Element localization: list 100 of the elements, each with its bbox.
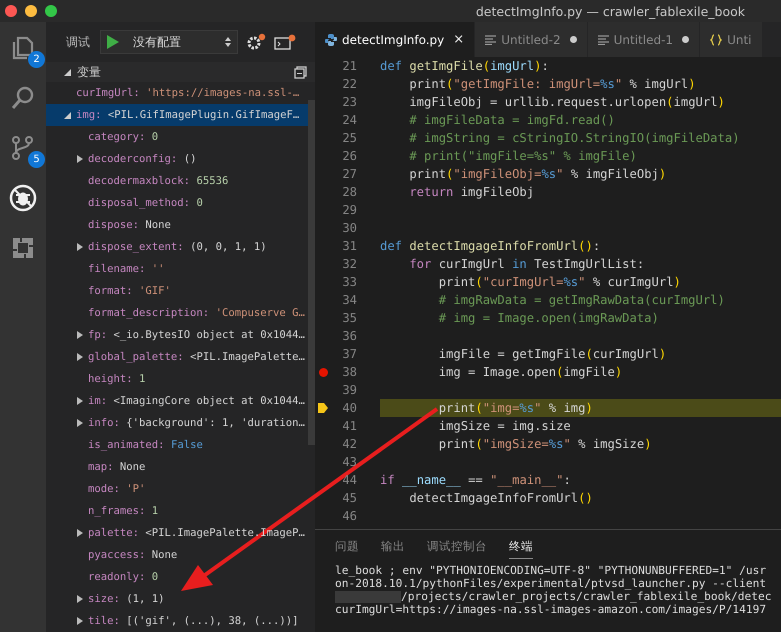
variable-entry[interactable]: pyaccess: None [88,549,178,561]
line-number: 29 [341,203,357,217]
panel-tab[interactable]: 问题 [335,535,359,559]
line-number: 27 [341,167,357,181]
code-line: def detectImgageInfoFromUrl(): [380,239,600,253]
files-icon[interactable] [10,35,36,61]
variable-entry[interactable]: readonly: 0 [88,571,158,583]
text-lines-icon [485,34,496,44]
minimize-window-button[interactable] [25,5,37,17]
expand-arrow-icon[interactable] [76,595,83,603]
variable-entry[interactable]: tile: [('gif', (...), 38, (...))] [88,615,298,627]
terminal-line: /projects/crawler_projects/crawler_fablexile_book/detec [401,590,772,603]
expand-arrow-icon[interactable] [76,331,83,339]
code-line: print("getImgFile: imgUrl=%s" % imgUrl) [408,77,696,91]
line-number: 22 [341,77,357,91]
maximize-window-button[interactable] [45,5,57,17]
code-line: if __name__ == "__main__": [380,473,571,487]
close-window-button[interactable] [5,5,17,17]
variable-entry[interactable]: format_description: 'Compuserve G… [88,307,305,319]
configuration-dropdown[interactable]: 没有配置 [100,30,238,54]
variable-entry[interactable]: dispose_extent: (0, 0, 1, 1) [88,241,267,253]
variables-header[interactable]: 变量 [46,62,315,82]
play-icon[interactable] [107,35,119,49]
variable-entry[interactable]: disposal_method: 0 [88,197,203,209]
terminal-line: le_book ; env "PYTHONIOENCODING=UTF-8" "PYTHONUNBUFFERED=1" /usr [335,564,766,577]
expand-arrow-icon[interactable] [76,353,83,361]
code-line: print("imgSize=%s" % imgSize) [438,437,652,451]
unsaved-dot-icon [570,36,577,43]
code-line: print("imgFileObj=%s" % imgFileObj) [408,167,666,181]
collapse-arrow-icon[interactable] [64,68,71,76]
variable-entry[interactable]: format: 'GIF' [88,285,171,297]
variable-entry[interactable]: decoderconfig: () [88,153,196,165]
current-line-arrow-icon [318,403,328,413]
variable-entry[interactable]: filename: '' [88,263,165,275]
variable-entry[interactable]: height: 1 [88,373,146,385]
code-line: # print("imgFile=%s" % imgFile) [408,149,637,163]
expand-arrow-icon[interactable] [76,243,83,251]
expand-arrow-icon[interactable] [76,419,83,427]
variable-entry[interactable]: global_palette: <PIL.ImagePalette… [88,351,305,363]
debug-icon[interactable] [9,184,37,212]
variable-entry[interactable]: im: <ImagingCore object at 0x1044… [88,395,305,407]
code-line: # imgString = cStringIO.StringIO(imgFileData) [408,131,740,145]
expand-arrow-icon[interactable] [76,155,83,163]
code-line: imgSize = img.size [438,419,571,433]
code-line: for curImgUrl in TestImgUrlList: [408,257,644,271]
panel-tab[interactable]: 调试控制台 [427,535,487,559]
extensions-icon[interactable] [11,236,35,260]
collapse-all-icon[interactable] [294,66,307,78]
panel-tab[interactable]: 输出 [381,535,405,559]
line-number: 35 [341,311,357,325]
breakpoint-icon[interactable] [318,368,328,376]
search-icon[interactable] [10,85,36,111]
expand-arrow-icon[interactable] [64,111,71,119]
unsaved-dot-icon [682,36,690,43]
count-badge: 2 [28,51,45,68]
editor-tab[interactable]: Untitled-2 [475,22,588,57]
panel-tab[interactable]: 终端 [509,535,533,559]
variable-entry[interactable]: is_animated: False [88,439,203,451]
scrollbar-thumb[interactable] [308,100,315,445]
window-title: detectImgInfo.py — crawler_fablexile_book [476,4,745,18]
terminal-line: on-2018.10.1/pythonFiles/experimental/ptvsd_launcher.py --client [335,577,766,590]
expand-arrow-icon[interactable] [76,397,83,405]
line-number: 36 [341,329,357,343]
close-tab-button[interactable]: × [453,32,464,47]
editor-tab[interactable]: Untitled-1 [588,22,700,57]
dropdown-arrows-icon [225,37,231,47]
terminal-icon[interactable] [274,34,296,50]
code-line: detectImgageInfoFromUrl() [408,491,593,505]
code-line: print("curImgUrl=%s" % curImgUrl) [438,275,681,289]
count-badge: 5 [28,151,45,168]
code-line: # img = Image.open(imgRawData) [438,311,659,325]
line-number: 37 [341,347,357,361]
editor-tab[interactable]: Unti [700,22,762,57]
variable-entry[interactable]: curImgUrl: 'https://images-na.ssl-… [76,87,300,99]
code-line: # imgRawData = getImgRawData(curImgUrl) [438,293,725,307]
variable-entry[interactable]: info: {'background': 1, 'duration… [88,417,305,429]
variable-entry[interactable]: mode: 'P' [88,483,146,495]
line-number: 28 [341,185,357,199]
line-number: 39 [341,383,357,397]
variable-entry[interactable]: decodermaxblock: 65536 [88,175,228,187]
variable-entry[interactable]: dispose: None [88,219,171,231]
expand-arrow-icon[interactable] [76,617,83,625]
expand-arrow-icon[interactable] [76,529,83,537]
variable-entry[interactable]: n_frames: 1 [88,505,158,517]
line-number: 41 [341,419,357,433]
line-number: 40 [341,401,357,415]
variable-entry[interactable]: category: 0 [88,131,158,143]
variable-entry[interactable]: size: (1, 1) [88,593,165,605]
gear-icon[interactable] [246,33,266,51]
variable-entry[interactable]: fp: <_io.BytesIO object at 0x1044… [88,329,305,341]
line-number: 38 [341,365,357,379]
editor-tab[interactable]: detectImgInfo.py × [315,22,476,57]
source-control-icon[interactable] [10,135,36,161]
code-line: # imgFileData = imgFd.read() [408,113,615,127]
code-line: return imgFileObj [408,185,534,199]
braces-icon [710,34,722,46]
line-number: 34 [341,293,357,307]
variable-entry[interactable]: map: None [88,461,146,473]
line-number: 46 [341,509,357,523]
line-number: 32 [341,257,357,271]
